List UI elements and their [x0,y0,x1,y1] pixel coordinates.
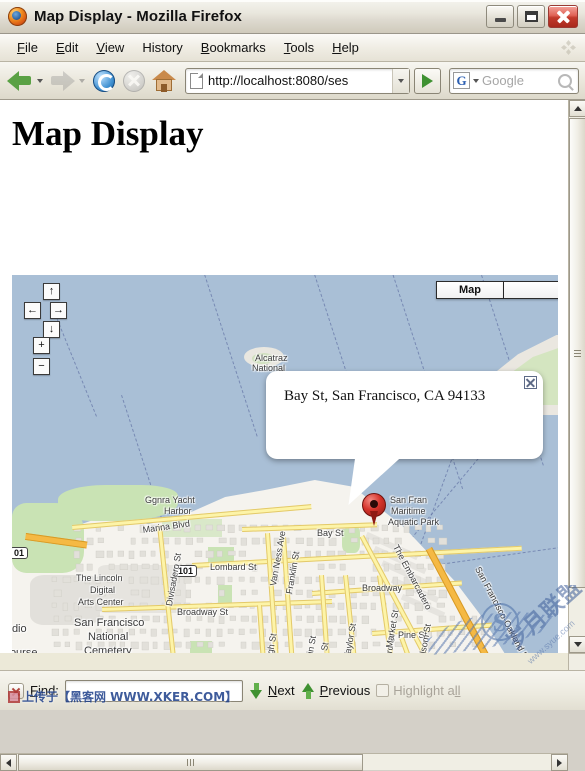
menu-help[interactable]: Help [323,37,368,58]
find-next-button[interactable]: Next [249,683,295,699]
menu-view-rest: iew [105,40,125,55]
window-title: Map Display - Mozilla Firefox [34,8,242,25]
window-buttons [486,5,581,28]
menu-view[interactable]: View [87,37,133,58]
arrow-up-icon [301,683,316,699]
checkbox-icon[interactable] [376,684,389,697]
find-close-icon[interactable] [8,683,24,699]
zoom-in-button[interactable]: + [33,337,50,354]
find-label: Find: [30,683,59,698]
hscroll-thumb[interactable] [18,754,363,771]
vscroll-down-button[interactable] [569,636,585,653]
menu-edit-rest: dit [65,40,79,55]
vscroll-thumb[interactable] [569,118,585,588]
map-info-window[interactable]: Bay St, San Francisco, CA 94133 [266,371,543,459]
search-input[interactable]: Google [482,73,558,88]
highlight-all-label: Highlight all [393,683,460,698]
title-bar: Map Display - Mozilla Firefox [0,0,585,34]
url-text: http://localhost:8080/ses [208,73,392,88]
firefox-window: Map Display - Mozilla Firefox File Edit … [0,0,585,710]
menu-tools-rest: ools [290,40,314,55]
alcatraz-green [252,353,274,364]
map-type-satellite-button[interactable] [504,281,558,299]
page-title: Map Display [12,114,568,154]
toolbar-grip-icon [561,40,576,55]
pan-right-button[interactable]: → [50,302,67,319]
pan-up-button[interactable]: ↑ [43,283,60,300]
vscroll-up-button[interactable] [569,100,585,117]
reload-button[interactable] [90,67,118,95]
vertical-scrollbar[interactable] [568,100,585,653]
hscroll-left-button[interactable] [0,754,17,771]
menu-help-key: H [332,40,341,55]
go-button[interactable] [414,68,441,94]
google-icon: G [453,72,470,89]
zoom-out-button[interactable]: − [33,358,50,375]
url-dropdown-icon[interactable] [392,69,409,93]
menu-view-key: V [96,40,104,55]
page-icon [190,73,203,89]
menu-bookmarks-rest: ookmarks [209,40,265,55]
search-engine-dropdown-icon[interactable] [473,79,479,83]
menu-tools[interactable]: Tools [275,37,323,58]
info-window-tail [348,455,403,505]
navigation-toolbar: http://localhost:8080/ses G Google [0,62,585,100]
highlight-all-checkbox[interactable]: Highlight all [376,683,460,698]
content-area: Map Display Alcatraz National Ggnra Yach… [0,100,585,653]
map-type-controls: Map [436,281,558,299]
url-bar[interactable]: http://localhost:8080/ses [185,68,410,94]
close-button[interactable] [548,5,578,28]
pan-left-button[interactable]: ← [24,302,41,319]
menu-file-rest: ile [25,40,38,55]
map-pan-controls: ↑ ← → ↓ [24,283,80,335]
forward-dropdown-icon[interactable] [79,79,85,83]
menu-file[interactable]: File [8,37,47,58]
info-window-text: Bay St, San Francisco, CA 94133 [284,388,485,405]
forward-button[interactable] [48,67,76,95]
find-bar: Find: Next Previous Highlight all [0,670,585,710]
menu-help-rest: elp [342,40,359,55]
menu-history-rest: story [155,40,183,55]
firefox-icon [8,7,27,26]
back-button[interactable] [6,67,34,95]
pan-down-button[interactable]: ↓ [43,321,60,338]
menu-bar: File Edit View History Bookmarks Tools H… [0,34,585,62]
back-dropdown-icon[interactable] [37,79,43,83]
info-window-close-icon[interactable] [524,376,537,389]
menu-file-key: F [17,40,25,55]
scrollbar-corner [568,653,585,670]
find-label-key: F [30,683,38,698]
page-viewport: Map Display Alcatraz National Ggnra Yach… [0,100,568,653]
home-button[interactable] [150,67,178,95]
find-previous-label: Previous [320,683,371,698]
minimize-button[interactable] [486,5,514,28]
search-icon[interactable] [558,74,572,88]
search-bar[interactable]: G Google [449,68,579,94]
menu-edit[interactable]: Edit [47,37,87,58]
menu-edit-key: E [56,40,65,55]
menu-bookmarks[interactable]: Bookmarks [192,37,275,58]
find-next-label: Next [268,683,295,698]
map-type-map-button[interactable]: Map [436,281,504,299]
hscroll-right-button[interactable] [551,754,568,771]
find-previous-button[interactable]: Previous [301,683,371,699]
stop-button[interactable] [120,67,148,95]
arrow-down-icon [249,683,264,699]
map-zoom-controls: + − [33,337,50,371]
maximize-button[interactable] [517,5,545,28]
menu-history-pre: Hi [142,40,154,55]
horizontal-scrollbar[interactable] [0,753,568,770]
menu-history[interactable]: History [133,37,191,58]
find-label-rest: ind: [38,683,59,698]
map-canvas[interactable]: Alcatraz National Ggnra Yacht Harbor Marina … [12,275,558,653]
find-input[interactable] [65,680,243,702]
